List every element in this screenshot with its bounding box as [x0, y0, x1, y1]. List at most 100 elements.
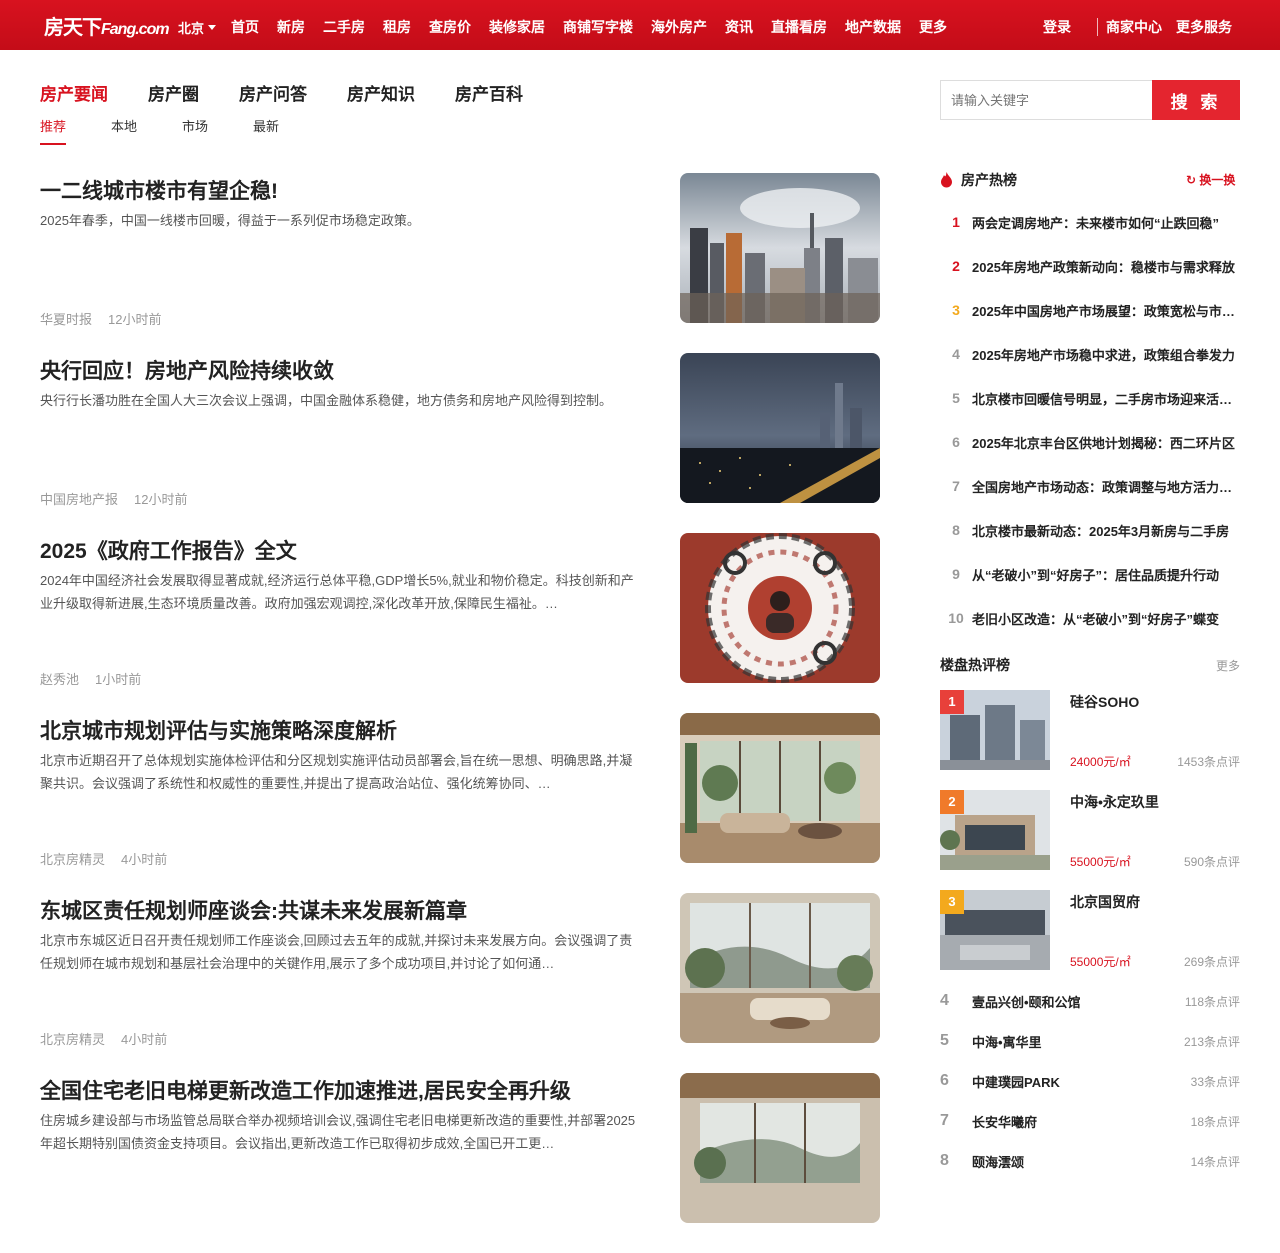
article-thumbnail[interactable] — [680, 893, 880, 1043]
more-services-link[interactable]: 更多服务 — [1176, 17, 1232, 37]
article-summary: 北京市东城区近日召开责任规划师工作座谈会,回顾过去五年的成就,并探讨未来发展方向… — [40, 933, 633, 971]
hot-item[interactable]: 8 北京楼市最新动态：2025年3月新房与二手房 — [940, 508, 1240, 552]
tab-circle[interactable]: 房产圈 — [148, 80, 199, 105]
nav-item[interactable]: 新房 — [277, 17, 305, 37]
hot-item-title[interactable]: 北京楼市回暖信号明显，二手房市场迎来活跃期 — [972, 389, 1238, 408]
search-button[interactable]: 搜 索 — [1152, 80, 1240, 120]
article-title[interactable]: 全国住宅老旧电梯更新改造工作加速推进,居民安全再升级 — [40, 1075, 640, 1105]
estate-row[interactable]: 4 壹品兴创•颐和公馆 118条点评 — [940, 986, 1240, 1016]
hot-item[interactable]: 10 老旧小区改造：从“老破小”到“好房子”蝶变 — [940, 596, 1240, 640]
estate-row[interactable]: 5 中海•寓华里 213条点评 — [940, 1026, 1240, 1056]
article-item[interactable]: 一二线城市楼市有望企稳! 2025年春季，中国一线楼市回暖，得益于一系列促市场稳… — [40, 173, 880, 353]
article-thumbnail[interactable] — [680, 353, 880, 503]
hot-item-title[interactable]: 2025年北京丰台区供地计划揭秘：西二环片区 — [972, 433, 1238, 452]
article-title[interactable]: 一二线城市楼市有望企稳! — [40, 175, 640, 205]
nav-item[interactable]: 更多 — [919, 17, 947, 37]
nav-item[interactable]: 直播看房 — [771, 17, 827, 37]
nav-item[interactable]: 查房价 — [429, 17, 471, 37]
article-item[interactable]: 2025《政府工作报告》全文 2024年中国经济社会发展取得显著成就,经济运行总… — [40, 533, 880, 713]
hot-rank: 5 — [952, 390, 960, 406]
nav-item[interactable]: 海外房产 — [651, 17, 707, 37]
article-thumbnail[interactable] — [680, 713, 880, 863]
estate-name[interactable]: 中建璞园PARK — [972, 1072, 1191, 1091]
estate-name[interactable]: 中海•寓华里 — [972, 1032, 1184, 1051]
subtab-latest[interactable]: 最新 — [253, 116, 279, 145]
hot-item-title[interactable]: 全国房地产市场动态：政策调整与地方活力并举 — [972, 477, 1238, 496]
article-meta: 中国房地产报 12小时前 — [40, 489, 203, 508]
tab-knowledge[interactable]: 房产知识 — [347, 80, 415, 105]
hot-item-title[interactable]: 2025年房地产政策新动向：稳楼市与需求释放 — [972, 257, 1238, 276]
article-title[interactable]: 北京城市规划评估与实施策略深度解析 — [40, 715, 640, 745]
estate-name[interactable]: 北京国贸府 — [1070, 892, 1140, 912]
nav-item[interactable]: 商铺写字楼 — [563, 17, 633, 37]
estate-name[interactable]: 硅谷SOHO — [1070, 692, 1139, 712]
more-link[interactable]: 更多 — [1216, 657, 1240, 674]
hot-list: 1 两会定调房地产：未来楼市如何“止跌回稳” 2 2025年房地产政策新动向：稳楼市… — [940, 200, 1240, 640]
estate-name[interactable]: 壹品兴创•颐和公馆 — [972, 992, 1185, 1011]
estate-name[interactable]: 中海•永定玖里 — [1070, 792, 1159, 812]
estate-row[interactable]: 8 颐海澐颂 14条点评 — [940, 1146, 1240, 1176]
nav-item[interactable]: 装修家居 — [489, 17, 545, 37]
article-title[interactable]: 央行回应！房地产风险持续收敛 — [40, 355, 640, 385]
login-link[interactable]: 登录 — [1043, 17, 1071, 37]
article-title[interactable]: 2025《政府工作报告》全文 — [40, 535, 640, 565]
estate-photo[interactable]: 3 — [940, 890, 1050, 970]
nav-item[interactable]: 首页 — [231, 17, 259, 37]
article-item[interactable]: 央行回应！房地产风险持续收敛 央行行长潘功胜在全国人大三次会议上强调，中国金融体… — [40, 353, 880, 533]
nav-item[interactable]: 二手房 — [323, 17, 365, 37]
city-selector[interactable]: 北京 — [178, 18, 217, 37]
hot-item[interactable]: 6 2025年北京丰台区供地计划揭秘：西二环片区 — [940, 420, 1240, 464]
hot-item-title[interactable]: 两会定调房地产：未来楼市如何“止跌回稳” — [972, 213, 1238, 232]
hot-item[interactable]: 1 两会定调房地产：未来楼市如何“止跌回稳” — [940, 200, 1240, 244]
article-meta: 北京房精灵 4小时前 — [40, 1029, 183, 1048]
article-title[interactable]: 东城区责任规划师座谈会:共谋未来发展新篇章 — [40, 895, 640, 925]
estate-row[interactable]: 6 中建璞园PARK 33条点评 — [940, 1066, 1240, 1096]
article-thumbnail[interactable] — [680, 533, 880, 683]
subtab-recommend[interactable]: 推荐 — [40, 116, 67, 145]
refresh-button[interactable]: ↻ 换一换 — [1186, 171, 1235, 188]
tab-wiki[interactable]: 房产百科 — [455, 80, 523, 105]
hot-item[interactable]: 4 2025年房地产市场稳中求进，政策组合拳发力 — [940, 332, 1240, 376]
nav-item[interactable]: 资讯 — [725, 17, 753, 37]
nav-item[interactable]: 租房 — [383, 17, 411, 37]
subtab-market[interactable]: 市场 — [182, 116, 208, 145]
hot-item-title[interactable]: 从“老破小”到“好房子”：居住品质提升行动 — [972, 565, 1238, 584]
tab-news[interactable]: 房产要闻 — [40, 80, 108, 105]
hot-item[interactable]: 3 2025年中国房地产市场展望：政策宽松与市场调整 — [940, 288, 1240, 332]
hot-item[interactable]: 7 全国房地产市场动态：政策调整与地方活力并举 — [940, 464, 1240, 508]
estate-review-count: 213条点评 — [1183, 1034, 1240, 1049]
site-logo[interactable]: 房天下Fang.com — [44, 11, 170, 40]
estate-name[interactable]: 长安华曦府 — [972, 1112, 1191, 1131]
estate-card[interactable]: 2 中海•永定玖里 55000元/㎡ 590条点评 — [940, 790, 1240, 870]
estate-photo[interactable]: 1 — [940, 690, 1050, 770]
tab-qa[interactable]: 房产问答 — [239, 80, 307, 105]
hot-rank: 1 — [952, 214, 960, 230]
article-meta: 华夏时报 12小时前 — [40, 309, 177, 328]
article-thumbnail[interactable] — [680, 1073, 880, 1223]
search-input[interactable] — [940, 80, 1152, 120]
article-item[interactable]: 北京城市规划评估与实施策略深度解析 北京市近期召开了总体规划实施体检评估和分区规… — [40, 713, 880, 893]
article-thumbnail[interactable] — [680, 173, 880, 323]
hot-list-label: 房产热榜 — [961, 172, 1017, 188]
hot-item[interactable]: 9 从“老破小”到“好房子”：居住品质提升行动 — [940, 552, 1240, 596]
hot-item[interactable]: 5 北京楼市回暖信号明显，二手房市场迎来活跃期 — [940, 376, 1240, 420]
nav-item[interactable]: 地产数据 — [845, 17, 901, 37]
estate-rank: 6 — [940, 1072, 949, 1089]
estate-card[interactable]: 3 北京国贸府 55000元/㎡ 269条点评 — [940, 890, 1240, 970]
hot-item[interactable]: 2 2025年房地产政策新动向：稳楼市与需求释放 — [940, 244, 1240, 288]
hot-item-title[interactable]: 2025年房地产市场稳中求进，政策组合拳发力 — [972, 345, 1238, 364]
hot-item-title[interactable]: 2025年中国房地产市场展望：政策宽松与市场调整 — [972, 301, 1238, 320]
hot-item-title[interactable]: 北京楼市最新动态：2025年3月新房与二手房 — [972, 521, 1238, 540]
estate-price: 24000元/㎡ — [1070, 755, 1131, 769]
estate-rank-badge: 1 — [940, 690, 964, 714]
estate-photo[interactable]: 2 — [940, 790, 1050, 870]
article-item[interactable]: 东城区责任规划师座谈会:共谋未来发展新篇章 北京市东城区近日召开责任规划师工作座… — [40, 893, 880, 1073]
hot-rank: 8 — [952, 522, 960, 538]
estate-name[interactable]: 颐海澐颂 — [972, 1152, 1191, 1171]
hot-item-title[interactable]: 老旧小区改造：从“老破小”到“好房子”蝶变 — [972, 609, 1238, 628]
estate-card[interactable]: 1 硅谷SOHO 24000元/㎡ 1453条点评 — [940, 690, 1240, 770]
subtab-local[interactable]: 本地 — [111, 116, 137, 145]
merchant-center-link[interactable]: 商家中心 — [1106, 17, 1162, 37]
article-item[interactable]: 全国住宅老旧电梯更新改造工作加速推进,居民安全再升级 住房城乡建设部与市场监管总… — [40, 1073, 880, 1253]
estate-row[interactable]: 7 长安华曦府 18条点评 — [940, 1106, 1240, 1136]
